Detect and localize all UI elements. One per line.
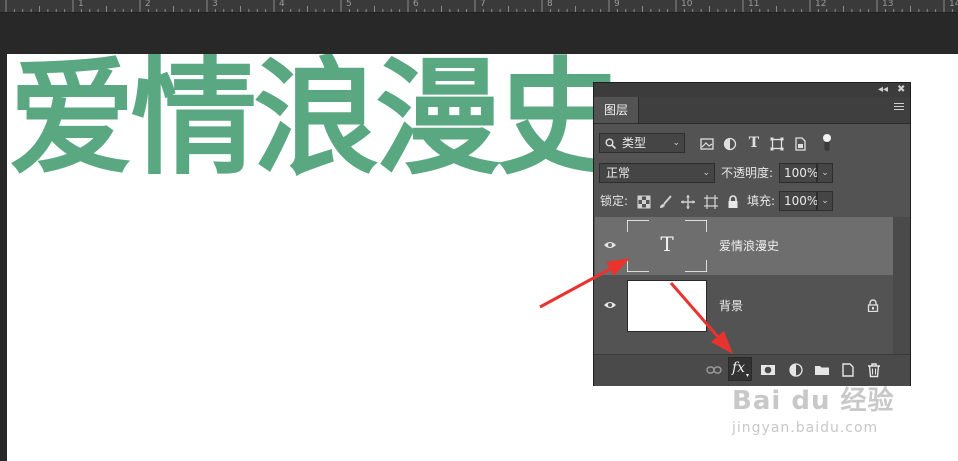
watermark-brand: Bai du 经验: [732, 386, 895, 416]
baidu-watermark: Bai du 经验 jingyan.baidu.com: [732, 380, 912, 450]
arrow-to-text-layer: [539, 258, 630, 309]
arrow-to-fx-button: [669, 282, 733, 354]
watermark-url: jingyan.baidu.com: [732, 420, 879, 436]
